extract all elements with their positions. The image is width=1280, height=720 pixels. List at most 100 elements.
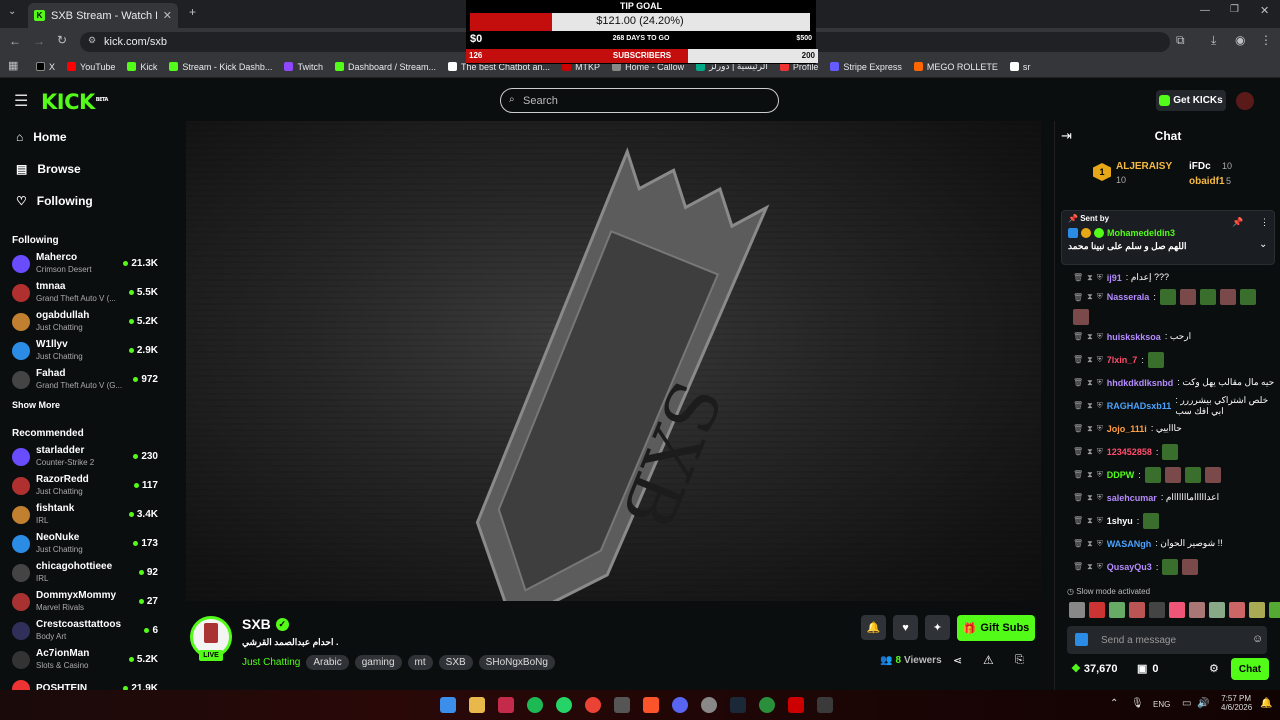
brave-icon[interactable]: [643, 697, 659, 713]
tab-search-icon[interactable]: ⌄: [8, 6, 16, 17]
nav-browse[interactable]: ▤ Browse: [0, 153, 170, 185]
app-icon[interactable]: [614, 697, 630, 713]
spotify-icon[interactable]: [527, 697, 543, 713]
delete-message-icon[interactable]: 🗑: [1073, 493, 1083, 502]
user-avatar[interactable]: [1236, 92, 1254, 110]
chat-username[interactable]: ij91: [1107, 273, 1122, 283]
recommended-channel-row[interactable]: chicagohottieee IRL 92: [0, 558, 170, 587]
download-icon[interactable]: ⤓: [1211, 33, 1216, 48]
emote-quick-icon[interactable]: [1169, 602, 1185, 618]
emoji-picker-icon[interactable]: ☺: [1252, 633, 1263, 645]
timeout-icon[interactable]: ⧗: [1087, 355, 1093, 365]
kicks-button[interactable]: ✦: [925, 615, 950, 640]
timeout-icon[interactable]: ⧗: [1087, 539, 1093, 549]
chat-username[interactable]: 7lxin_7: [1107, 355, 1138, 365]
discord-icon[interactable]: [672, 697, 688, 713]
app-icon[interactable]: [498, 697, 514, 713]
tag-arabic[interactable]: Arabic: [306, 655, 349, 670]
tab-close-icon[interactable]: ✕: [163, 9, 172, 22]
following-channel-row[interactable]: Fahad Grand Theft Auto V (G... 972: [0, 365, 170, 394]
chat-username[interactable]: hhdkdkdlksnbd: [1107, 378, 1174, 388]
chat-username[interactable]: DDPW: [1107, 470, 1135, 480]
reload-icon[interactable]: ↻: [57, 33, 67, 47]
chat-message[interactable]: 🗑 ⧗ ⛨ RAGHADsxb11: خلص اشتراكي بيشرررر ابي …: [1055, 394, 1280, 417]
clock[interactable]: 7:57 PM 4/6/2026: [1221, 694, 1252, 712]
report-icon[interactable]: ⚠: [983, 653, 994, 667]
timeout-icon[interactable]: ⧗: [1087, 447, 1093, 457]
delete-message-icon[interactable]: 🗑: [1073, 424, 1083, 433]
window-close-icon[interactable]: ✕: [1260, 4, 1269, 17]
delete-message-icon[interactable]: 🗑: [1073, 516, 1083, 525]
delete-message-icon[interactable]: 🗑: [1073, 273, 1083, 282]
timeout-icon[interactable]: ⧗: [1087, 292, 1093, 302]
emote-quick-icon[interactable]: [1149, 602, 1165, 618]
chat-input[interactable]: Send a message ☺: [1067, 626, 1267, 654]
unpin-icon[interactable]: 📌: [1232, 217, 1243, 228]
timeout-icon[interactable]: ⧗: [1087, 332, 1093, 342]
hamburger-menu-icon[interactable]: ☰: [14, 91, 28, 111]
emote-quick-icon[interactable]: [1109, 602, 1125, 618]
video-player[interactable]: SXB: [186, 121, 1041, 601]
search-input[interactable]: ⌕ Search: [500, 88, 779, 113]
recommended-channel-row[interactable]: NeoNuke Just Chatting 173: [0, 529, 170, 558]
bookmark-mego-rollete[interactable]: MEGO ROLLETE: [913, 62, 998, 72]
emote-quick-icon[interactable]: [1189, 602, 1205, 618]
top-gifter-1-name[interactable]: ALJERAISY: [1116, 161, 1172, 172]
menu-icon[interactable]: ⋮: [1260, 33, 1272, 47]
chat-message[interactable]: 🗑 ⧗ ⛨ salehcumar: اعدااااامااااااام: [1055, 486, 1280, 509]
browser-tab[interactable]: K SXB Stream - Watch Live on Kick ✕: [28, 3, 178, 28]
chat-message[interactable]: 🗑 ⧗ ⛨ WASANgh: شوصير الحوان !!: [1055, 532, 1280, 555]
emote-quick-icon[interactable]: [1229, 602, 1245, 618]
timeout-icon[interactable]: ⧗: [1087, 273, 1093, 283]
following-channel-row[interactable]: ogabdullah Just Chatting 5.2K: [0, 307, 170, 336]
microphone-icon[interactable]: 🎙: [1131, 698, 1144, 709]
following-channel-row[interactable]: tmnaa Grand Theft Auto V (... 5.5K: [0, 278, 170, 307]
chat-username[interactable]: Jojo_111i: [1107, 424, 1147, 434]
share-icon[interactable]: ⋖: [953, 654, 962, 667]
tray-overflow-icon[interactable]: ⌃: [1110, 698, 1118, 709]
bookmark-twitch[interactable]: Twitch: [284, 62, 323, 72]
app-icon[interactable]: [759, 697, 775, 713]
delete-message-icon[interactable]: 🗑: [1073, 447, 1083, 456]
timeout-icon[interactable]: ⧗: [1087, 562, 1093, 572]
top-gifter-3-name[interactable]: obaidf1: [1189, 176, 1225, 187]
show-more-link[interactable]: Show More: [0, 394, 170, 416]
extensions-icon[interactable]: ⧉: [1176, 33, 1185, 48]
chat-username[interactable]: huiskskksoa: [1107, 332, 1161, 342]
chat-message[interactable]: 🗑 ⧗ ⛨ 7lxin_7:: [1055, 348, 1280, 371]
delete-message-icon[interactable]: 🗑: [1073, 401, 1083, 410]
app-icon[interactable]: [817, 697, 833, 713]
whatsapp-icon[interactable]: [556, 697, 572, 713]
chat-message[interactable]: 🗑 ⧗ ⛨ QusayQu3:: [1055, 555, 1280, 578]
chat-username[interactable]: 1shyu: [1107, 516, 1133, 526]
follow-heart-button[interactable]: ♥: [893, 615, 918, 640]
channel-points[interactable]: ❖ 37,670: [1071, 662, 1118, 676]
emote-quick-icon[interactable]: [1249, 602, 1265, 618]
app-icon[interactable]: [788, 697, 804, 713]
chat-message[interactable]: 🗑 ⧗ ⛨ Jojo_111i: حاااييي: [1055, 417, 1280, 440]
delete-message-icon[interactable]: 🗑: [1073, 293, 1083, 302]
forward-icon[interactable]: →: [33, 34, 45, 48]
apps-grid-icon[interactable]: ▦: [8, 59, 18, 72]
timeout-icon[interactable]: ⧗: [1087, 516, 1093, 526]
bookmark-kick[interactable]: Kick: [127, 62, 157, 72]
timeout-icon[interactable]: ⧗: [1087, 401, 1093, 411]
expand-pinned-icon[interactable]: ⌄: [1259, 239, 1267, 250]
site-info-icon[interactable]: ⚙: [88, 35, 96, 46]
delete-message-icon[interactable]: 🗑: [1073, 539, 1083, 548]
chat-message[interactable]: 🗑 ⧗ ⛨ ij91: إعدام ???: [1055, 266, 1280, 289]
recommended-channel-row[interactable]: Ac7ionMan Slots & Casino 5.2K: [0, 645, 170, 674]
timeout-icon[interactable]: ⧗: [1087, 378, 1093, 388]
nav-home[interactable]: ⌂ Home: [0, 121, 170, 153]
tag-sxb[interactable]: SXB: [438, 655, 473, 670]
following-channel-row[interactable]: Maherco Crimson Desert 21.3K: [0, 249, 170, 278]
tag-gaming[interactable]: gaming: [354, 655, 402, 670]
delete-message-icon[interactable]: 🗑: [1073, 355, 1083, 364]
delete-message-icon[interactable]: 🗑: [1073, 378, 1083, 387]
bookmark-stream-dashboard[interactable]: Dashboard / Stream...: [334, 62, 436, 72]
app-icon[interactable]: [701, 697, 717, 713]
recommended-channel-row[interactable]: DommyxMommy Marvel Rivals 27: [0, 587, 170, 616]
chat-message[interactable]: 🗑 ⧗ ⛨ 123452858:: [1055, 440, 1280, 463]
file-explorer-icon[interactable]: [469, 697, 485, 713]
chat-settings-icon[interactable]: ⚙: [1209, 662, 1219, 675]
